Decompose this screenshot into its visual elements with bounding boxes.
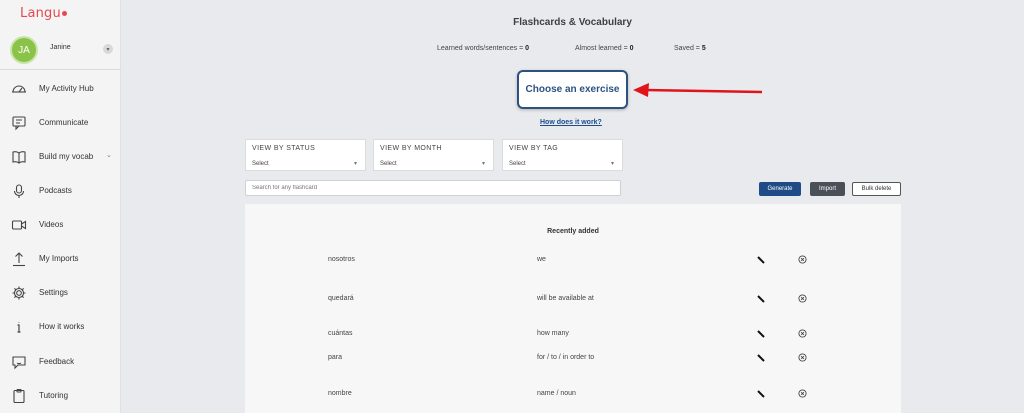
sidebar-item-label: Podcasts [39,186,72,195]
filter-label: VIEW BY TAG [509,145,559,152]
translation-cell: how many [537,330,569,337]
dashboard-icon [11,81,27,97]
sidebar-item-label: How it works [39,322,85,331]
choose-exercise-button[interactable]: Choose an exercise [517,70,628,109]
sidebar-divider [0,69,121,70]
chevron-down-icon[interactable]: ▾ [103,44,113,54]
sidebar-item-communicate[interactable]: Communicate [0,111,121,135]
sidebar-item-label: Videos [39,220,64,229]
sidebar-item-feedback[interactable]: Feedback [0,350,121,374]
delete-icon[interactable] [798,389,807,398]
translation-cell: we [537,256,546,263]
table-row[interactable]: nosotros we [245,254,901,268]
edit-pencil-icon[interactable] [756,389,766,399]
table-row[interactable]: nombre name / noun [245,388,901,402]
filter-select-value[interactable]: Select [380,161,397,167]
word-cell: para [328,354,343,361]
delete-icon[interactable] [798,294,807,303]
table-row[interactable]: cuántas how many [245,328,901,342]
word-cell: quedará [328,295,354,302]
caret-down-icon[interactable]: ▾ [482,160,485,167]
sidebar-item-label: Settings [39,288,68,297]
word-cell: nombre [328,390,352,397]
list-title: Recently added [547,228,599,235]
sidebar-item-podcasts[interactable]: Podcasts [0,179,121,203]
flashcard-list: Recently added nosotros we quedará will … [245,204,901,413]
sidebar-item-label: Tutoring [39,391,69,400]
translation-cell: will be available at [537,295,594,302]
sidebar-item-activity-hub[interactable]: My Activity Hub [0,77,121,101]
sidebar-item-imports[interactable]: My Imports [0,247,121,271]
video-icon [11,217,27,233]
generate-button[interactable]: Generate [759,182,801,196]
book-icon [11,149,27,165]
translation-cell: for / to / in order to [537,354,595,361]
logo-dot [61,11,67,16]
translation-cell: name / noun [537,390,576,397]
sidebar-item-tutoring[interactable]: Tutoring [0,384,121,408]
filter-select-value[interactable]: Select [509,161,526,167]
profile-name: Janine [50,44,71,51]
table-row[interactable]: quedará will be available at [245,293,901,307]
learned-count: Learned words/sentences = 0 [437,45,530,52]
sidebar-item-settings[interactable]: Settings [0,281,121,305]
page-title: Flashcards & Vocabulary [513,17,632,28]
delete-icon[interactable] [798,329,807,338]
app-logo[interactable]: Langu [20,6,67,21]
sidebar-item-videos[interactable]: Videos [0,213,121,237]
edit-pencil-icon[interactable] [756,294,766,304]
main-content: Flashcards & Vocabulary Learned words/se… [121,0,1024,413]
feedback-icon [11,354,27,370]
filter-month[interactable]: VIEW BY MONTH Select ▾ [373,139,494,171]
profile[interactable]: JA Janine ▾ [10,36,114,64]
filter-label: VIEW BY STATUS [252,145,316,152]
info-icon [11,319,27,335]
avatar: JA [10,36,38,64]
delete-icon[interactable] [798,353,807,362]
bulk-delete-button[interactable]: Bulk delete [852,182,901,196]
search-input[interactable] [245,180,621,196]
edit-pencil-icon[interactable] [756,353,766,363]
chevron-down-icon[interactable]: ⌄ [106,151,112,159]
caret-down-icon[interactable]: ▾ [354,160,357,167]
sidebar-item-label: My Imports [39,254,79,263]
filter-status[interactable]: VIEW BY STATUS Select ▾ [245,139,366,171]
gear-icon [11,285,27,301]
word-cell: cuántas [328,330,353,337]
word-cell: nosotros [328,256,355,263]
sidebar-item-label: My Activity Hub [39,84,94,93]
chat-icon [11,115,27,131]
microphone-icon [11,183,27,199]
filter-label: VIEW BY MONTH [380,145,442,152]
caret-down-icon[interactable]: ▾ [611,160,614,167]
sidebar-item-label: Feedback [39,357,75,366]
almost-learned-count: Almost learned = 0 [575,45,634,52]
import-button[interactable]: Import [810,182,845,196]
filter-select-value[interactable]: Select [252,161,269,167]
edit-pencil-icon[interactable] [756,329,766,339]
delete-icon[interactable] [798,255,807,264]
edit-pencil-icon[interactable] [756,255,766,265]
sidebar-item-build-vocab[interactable]: Build my vocab ⌄ [0,145,121,169]
sidebar-item-label: Build my vocab [39,152,94,161]
sidebar-item-label: Communicate [39,118,89,127]
sidebar-item-how-it-works[interactable]: How it works [0,315,121,339]
how-it-works-link[interactable]: How does it work? [540,119,602,126]
sidebar: Langu JA Janine ▾ My Activity Hub Commun… [0,0,121,413]
table-row[interactable]: para for / to / in order to [245,352,901,366]
filter-tag[interactable]: VIEW BY TAG Select ▾ [502,139,623,171]
saved-count: Saved = 5 [674,45,706,52]
red-arrow-annotation [633,83,763,97]
clipboard-icon [11,388,27,404]
upload-icon [11,251,27,267]
